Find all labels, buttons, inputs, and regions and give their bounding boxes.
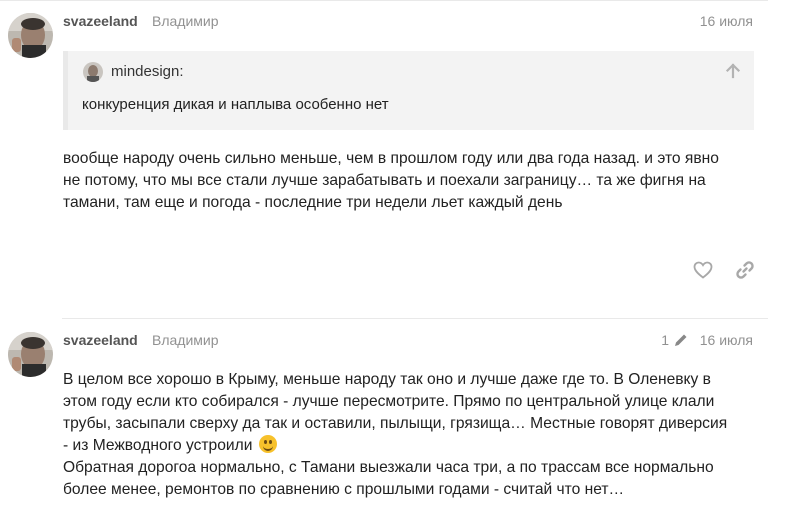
username[interactable]: svazeeland (63, 332, 138, 348)
post-line: В целом все хорошо в Крыму, меньше народ… (63, 371, 711, 388)
slightly-smiling-face-emoji (258, 435, 277, 453)
post-line: вообще народу очень сильно меньше, чем в… (63, 150, 719, 167)
post-line: тамани, там еще и погода - последние три… (63, 194, 563, 211)
post-line: Обратная дорогоа нормально, с Тамани вые… (63, 459, 714, 476)
pencil-icon (675, 334, 687, 346)
quote-avatar[interactable] (83, 62, 103, 82)
post-line: этом году если кто собирался - лучше пер… (63, 393, 715, 410)
post-line: более менее, ремонтов по сравнению с про… (63, 481, 625, 498)
post-line: - из Межводного устроили (63, 437, 253, 454)
post-body: вообще народу очень сильно меньше, чем в… (63, 148, 763, 214)
quote-author: mindesign: (111, 63, 184, 80)
full-name: Владимир (152, 332, 219, 348)
post: svazeeland Владимир 1 16 июля В целом вс… (0, 319, 811, 506)
post-line-with-emoji: - из Межводного устроили (63, 435, 763, 457)
avatar[interactable] (8, 332, 53, 377)
heart-icon (693, 261, 713, 279)
full-name: Владимир (152, 13, 219, 29)
like-button[interactable] (693, 260, 713, 280)
post-body: В целом все хорошо в Крыму, меньше народ… (63, 369, 763, 501)
post: svazeeland Владимир 16 июля mindesign: к… (0, 0, 811, 318)
post-meta: svazeeland Владимир 16 июля (63, 13, 753, 33)
quote-text: конкуренция дикая и наплыва особенно нет (82, 96, 389, 113)
post-line: не потому, что мы все стали лучше зараба… (63, 172, 706, 189)
quote-block: mindesign: конкуренция дикая и наплыва о… (63, 51, 754, 130)
post-date[interactable]: 16 июля (700, 13, 753, 29)
post-line: трубы, засыпали сверху да так и оставили… (63, 415, 728, 432)
username[interactable]: svazeeland (63, 13, 138, 29)
edit-history-button[interactable]: 1 (661, 332, 689, 348)
post-meta: svazeeland Владимир 1 16 июля (63, 332, 753, 352)
post-date[interactable]: 16 июля (700, 332, 753, 348)
edit-count: 1 (661, 332, 669, 348)
link-icon (736, 261, 754, 279)
post-actions (693, 260, 755, 280)
share-button[interactable] (735, 260, 755, 280)
arrow-up-icon[interactable] (724, 62, 742, 80)
avatar[interactable] (8, 13, 53, 58)
